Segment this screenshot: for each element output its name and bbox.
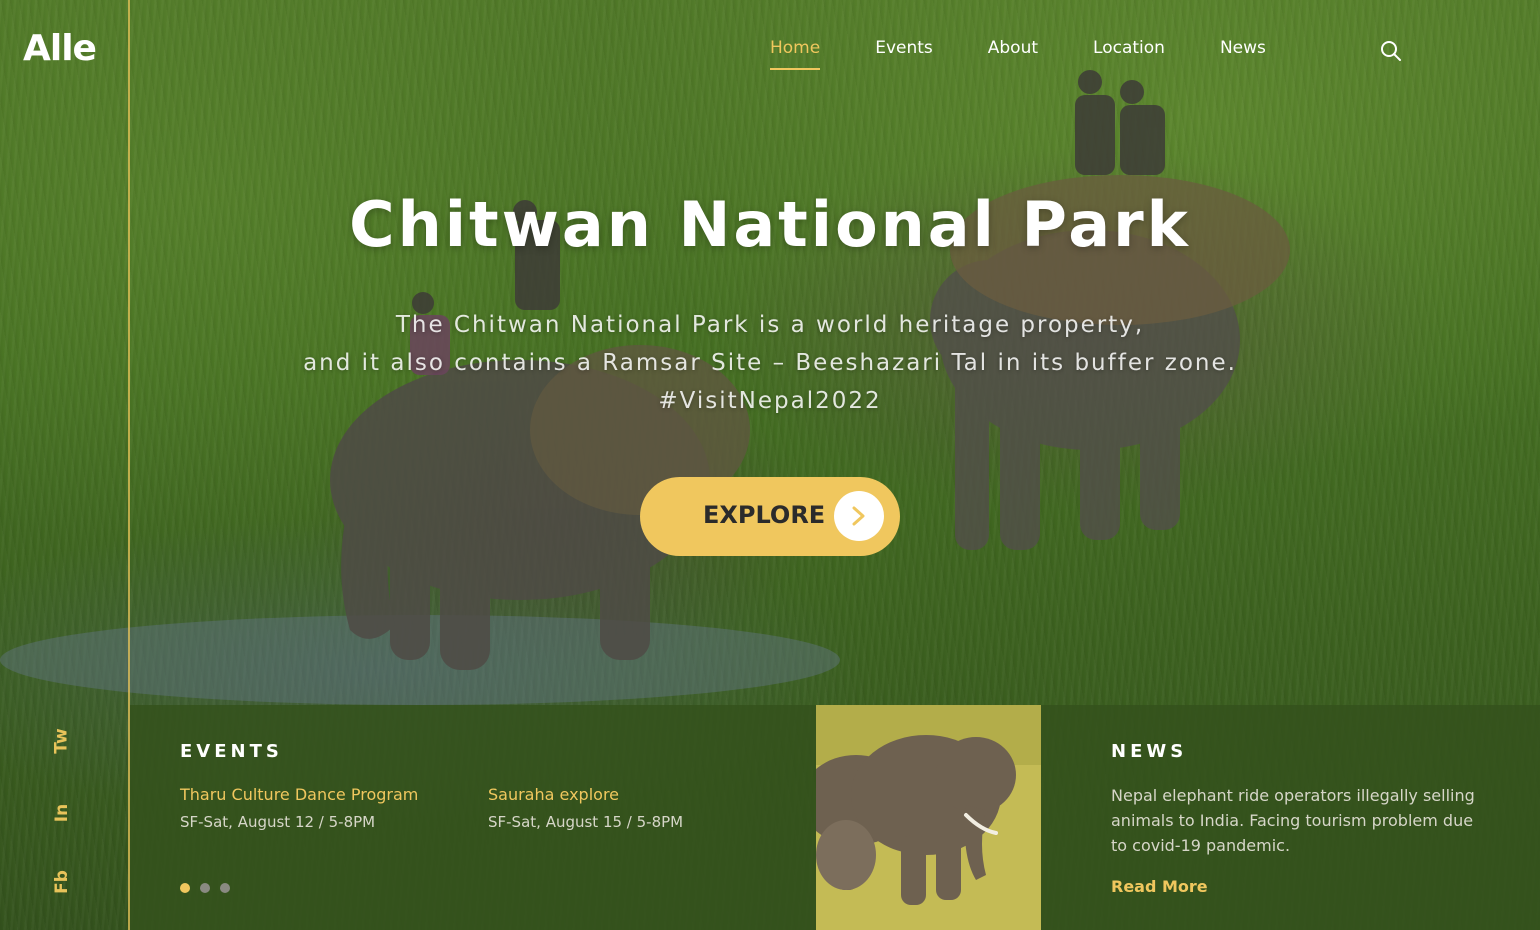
event-date: SF-Sat, August 15 / 5-8PM bbox=[488, 813, 684, 831]
event-title[interactable]: Tharu Culture Dance Program bbox=[180, 785, 418, 804]
social-link-label: Tw bbox=[52, 728, 72, 754]
explore-button[interactable]: EXPLORE bbox=[640, 477, 900, 556]
pagination-dot[interactable] bbox=[180, 883, 190, 893]
hero-subtitle-line: and it also contains a Ramsar Site – Bee… bbox=[303, 350, 1237, 376]
events-pagination bbox=[180, 883, 230, 893]
nav-item-location[interactable]: Location bbox=[1093, 38, 1165, 70]
hero-title: Chitwan National Park bbox=[349, 188, 1191, 261]
social-link-facebook[interactable]: Fb bbox=[50, 862, 74, 902]
news-summary: Nepal elephant ride operators illegally … bbox=[1111, 786, 1475, 855]
hero-subtitle: The Chitwan National Park is a world her… bbox=[0, 306, 1540, 420]
brand-logo[interactable]: Alle bbox=[23, 28, 97, 69]
search-icon[interactable] bbox=[1380, 40, 1402, 62]
event-date: SF-Sat, August 12 / 5-8PM bbox=[180, 813, 376, 831]
nav-item-about[interactable]: About bbox=[988, 38, 1038, 70]
chevron-right-icon bbox=[852, 506, 865, 526]
nav-item-events[interactable]: Events bbox=[875, 38, 933, 70]
social-link-twitter[interactable]: Tw bbox=[50, 721, 74, 761]
explore-arrow-circle bbox=[834, 491, 884, 541]
nav-item-news[interactable]: News bbox=[1220, 38, 1266, 70]
social-link-label: Fb bbox=[51, 870, 72, 894]
page: Alle Tw In Fb Home Events About Location… bbox=[0, 0, 1540, 930]
pagination-dot[interactable] bbox=[200, 883, 210, 893]
explore-button-label: EXPLORE bbox=[703, 501, 826, 529]
events-heading: EVENTS bbox=[180, 741, 283, 762]
event-title[interactable]: Sauraha explore bbox=[488, 785, 619, 804]
main-nav: Home Events About Location News bbox=[770, 38, 1266, 70]
hero-hashtag: #VisitNepal2022 bbox=[658, 388, 882, 414]
news-panel: NEWS Nepal elephant ride operators illeg… bbox=[1041, 705, 1540, 930]
hero-subtitle-line: The Chitwan National Park is a world her… bbox=[395, 312, 1145, 338]
social-link-label: In bbox=[52, 803, 72, 823]
pagination-dot[interactable] bbox=[220, 883, 230, 893]
read-more-link[interactable]: Read More bbox=[1111, 877, 1208, 896]
social-link-linkedin[interactable]: In bbox=[50, 793, 74, 833]
nav-item-home[interactable]: Home bbox=[770, 38, 821, 70]
news-thumbnail-image bbox=[816, 705, 1041, 930]
events-panel: EVENTS Tharu Culture Dance Program SF-Sa… bbox=[130, 705, 816, 930]
news-heading: NEWS bbox=[1111, 741, 1188, 762]
